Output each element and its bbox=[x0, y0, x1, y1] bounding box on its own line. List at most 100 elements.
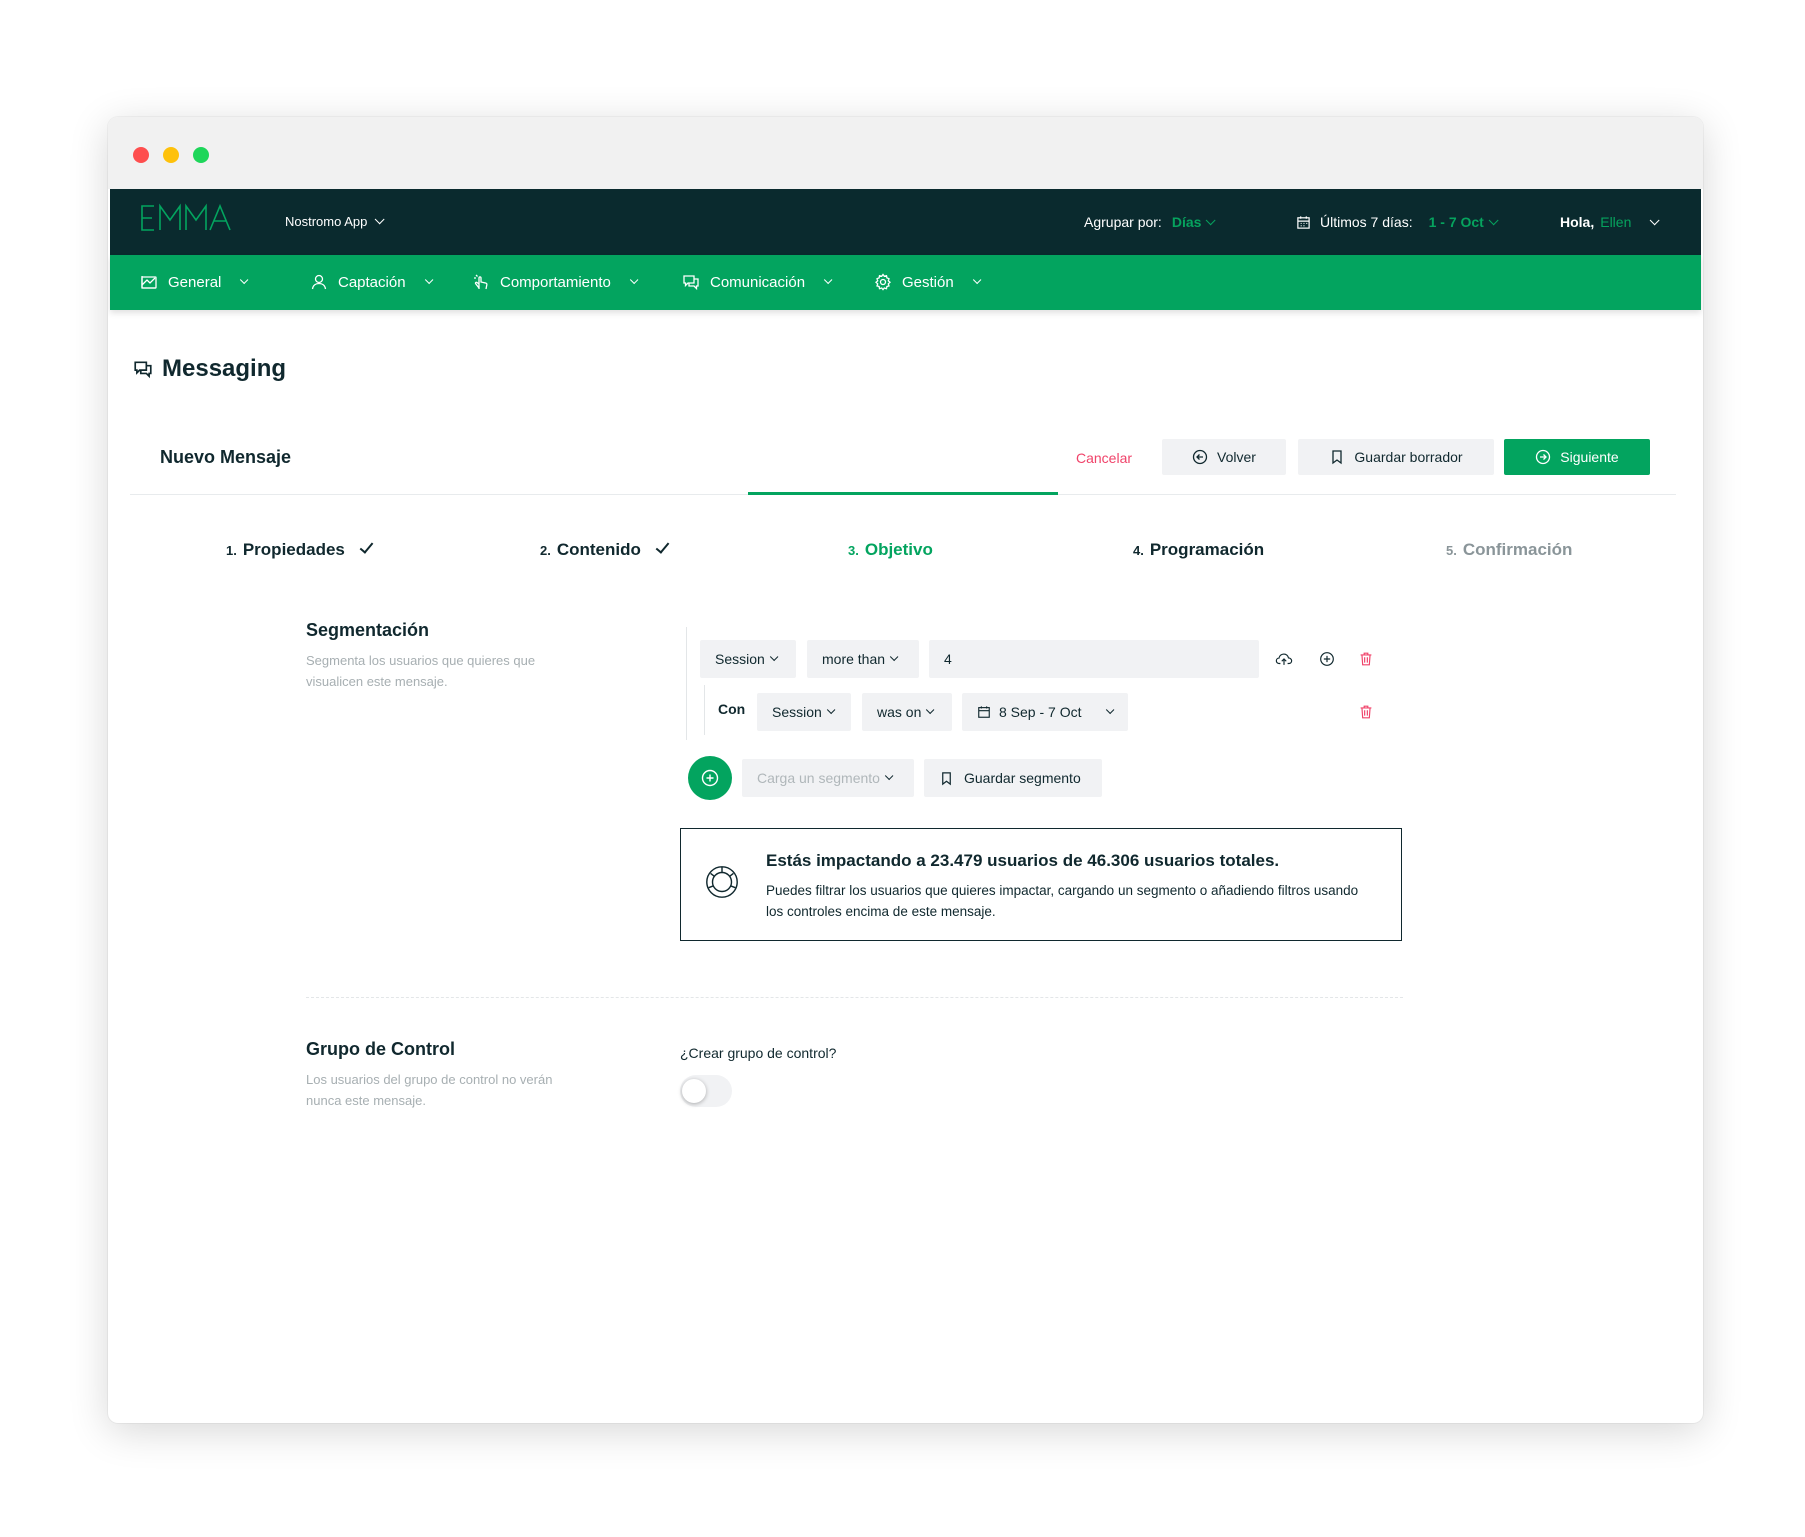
chevron-down-icon bbox=[826, 705, 836, 715]
check-icon bbox=[655, 539, 670, 554]
step-number: 1. bbox=[226, 543, 237, 558]
subrule-date-range-picker[interactable]: 8 Sep - 7 Oct bbox=[962, 693, 1128, 731]
impact-title: Estás impactando a 23.479 usuarios de 46… bbox=[766, 851, 1279, 871]
user-name: Ellen bbox=[1600, 214, 1631, 230]
upload-cloud-icon bbox=[1275, 653, 1293, 665]
chat-icon bbox=[134, 361, 152, 379]
save-draft-button[interactable]: Guardar borrador bbox=[1298, 439, 1494, 475]
group-by-label: Agrupar por: bbox=[1084, 214, 1162, 230]
user-icon bbox=[311, 274, 327, 290]
chevron-down-icon bbox=[1650, 214, 1660, 225]
emma-logo-mark bbox=[141, 203, 231, 231]
step-label: Objetivo bbox=[864, 540, 933, 559]
step-label: Programación bbox=[1149, 540, 1265, 559]
rule-field-select[interactable]: Session bbox=[700, 640, 796, 678]
app-selector[interactable]: Nostromo App bbox=[285, 214, 385, 229]
step-propiedades[interactable]: 1. Propiedades bbox=[226, 539, 374, 560]
calendar-icon bbox=[1297, 215, 1310, 229]
impact-suffix: usuarios totales. bbox=[1144, 851, 1280, 870]
step-label: Confirmación bbox=[1462, 540, 1573, 559]
active-step-indicator bbox=[748, 492, 1058, 495]
subrule-field-value: Session bbox=[772, 704, 822, 720]
section-separator bbox=[306, 997, 1403, 998]
period-selector[interactable]: Últimos 7 días: 1 - 7 Oct bbox=[1296, 214, 1499, 230]
step-programacion[interactable]: 4. Programación bbox=[1133, 540, 1264, 560]
control-group-toggle[interactable] bbox=[680, 1075, 732, 1107]
subrule-operator-select[interactable]: was on bbox=[862, 693, 952, 731]
period-value-text: 1 - 7 Oct bbox=[1428, 214, 1484, 230]
step-label: Contenido bbox=[556, 540, 641, 559]
page-title: Messaging bbox=[132, 355, 286, 383]
user-name-text: Ellen bbox=[1600, 214, 1632, 230]
greeting-text: Hola, bbox=[1560, 214, 1595, 230]
step-contenido[interactable]: 2. Contenido bbox=[540, 539, 670, 560]
calendar-icon bbox=[978, 706, 990, 718]
control-group-description: Los usuarios del grupo de control no ver… bbox=[306, 1072, 553, 1108]
chevron-down-icon bbox=[1488, 214, 1499, 225]
step-label: Propiedades bbox=[242, 540, 345, 559]
subrule-operator-value: was on bbox=[877, 704, 922, 720]
impact-summary-box: Estás impactando a 23.479 usuarios de 46… bbox=[680, 828, 1402, 941]
nav-item-general[interactable]: General bbox=[140, 273, 249, 291]
step-number: 2. bbox=[540, 543, 551, 558]
trash-icon bbox=[1360, 652, 1372, 666]
upload-cloud-button[interactable] bbox=[1273, 648, 1295, 670]
cancel-button[interactable]: Cancelar bbox=[1076, 450, 1132, 466]
chevron-down-icon bbox=[823, 275, 833, 285]
arrow-left-circle-icon bbox=[1192, 449, 1208, 465]
add-rule-button[interactable] bbox=[1316, 648, 1338, 670]
nav-item-gestion[interactable]: Gestión bbox=[874, 273, 982, 291]
segmentation-title: Segmentación bbox=[306, 620, 430, 640]
subrule-field-select[interactable]: Session bbox=[757, 693, 851, 731]
period-label: Últimos 7 días: bbox=[1320, 214, 1413, 230]
nav-item-label: Comportamiento bbox=[500, 273, 611, 291]
arrow-right-circle-icon bbox=[1536, 449, 1551, 465]
control-group-title: Grupo de Control bbox=[306, 1039, 455, 1059]
minimize-window-button[interactable] bbox=[163, 147, 179, 163]
step-number: 5. bbox=[1446, 543, 1457, 558]
add-rule-group-button[interactable] bbox=[688, 756, 732, 800]
step-objetivo[interactable]: 3. Objetivo bbox=[848, 540, 933, 560]
impact-description: Puedes filtrar los usuarios que quieres … bbox=[766, 883, 1359, 919]
back-button-label: Volver bbox=[1217, 449, 1256, 465]
nav-item-comunicacion[interactable]: Comunicación bbox=[682, 273, 833, 291]
plus-circle-icon bbox=[701, 769, 719, 787]
chevron-down-icon bbox=[240, 275, 249, 285]
control-group-question: ¿Crear grupo de control? bbox=[680, 1045, 837, 1061]
chevron-down-icon bbox=[629, 275, 639, 285]
chevron-down-icon bbox=[884, 771, 894, 781]
rule-value-input[interactable]: 4 bbox=[929, 640, 1259, 678]
save-draft-label: Guardar borrador bbox=[1354, 449, 1463, 465]
chevron-down-icon bbox=[375, 214, 385, 225]
nav-item-label: General bbox=[168, 273, 222, 291]
user-menu[interactable]: Hola, Ellen bbox=[1560, 214, 1660, 230]
back-button[interactable]: Volver bbox=[1162, 439, 1286, 475]
page-title-text: Messaging bbox=[162, 355, 287, 382]
date-range-value: 8 Sep - 7 Oct bbox=[999, 704, 1082, 720]
chart-icon bbox=[141, 276, 157, 289]
nav-item-captacion[interactable]: Captación bbox=[310, 273, 433, 291]
bookmark-icon bbox=[1332, 450, 1343, 465]
group-by-selector[interactable]: Agrupar por: Días bbox=[1084, 214, 1216, 230]
next-button[interactable]: Siguiente bbox=[1504, 439, 1650, 475]
rule-value-text: 4 bbox=[944, 651, 952, 667]
trash-icon bbox=[1360, 705, 1372, 719]
audience-target-icon bbox=[706, 866, 738, 898]
delete-rule-button[interactable] bbox=[1355, 648, 1377, 670]
close-window-button[interactable] bbox=[133, 147, 149, 163]
save-segment-label: Guardar segmento bbox=[964, 770, 1081, 786]
nav-item-label: Comunicación bbox=[710, 273, 806, 291]
emma-logo[interactable] bbox=[140, 203, 232, 238]
nav-item-label: Gestión bbox=[902, 273, 954, 291]
nav-item-label: Captación bbox=[338, 273, 406, 291]
save-segment-button[interactable]: Guardar segmento bbox=[924, 759, 1102, 797]
app-selector-label: Nostromo App bbox=[285, 214, 368, 229]
nav-item-comportamiento[interactable]: Comportamiento bbox=[472, 273, 639, 291]
delete-subrule-button[interactable] bbox=[1355, 701, 1377, 723]
load-segment-select[interactable]: Carga un segmento bbox=[742, 759, 914, 797]
step-number: 3. bbox=[848, 543, 859, 558]
maximize-window-button[interactable] bbox=[193, 147, 209, 163]
app-window: Nostromo App Agrupar por: Días Últimos 7… bbox=[108, 117, 1703, 1423]
chevron-down-icon bbox=[769, 652, 779, 662]
rule-operator-select[interactable]: more than bbox=[807, 640, 919, 678]
